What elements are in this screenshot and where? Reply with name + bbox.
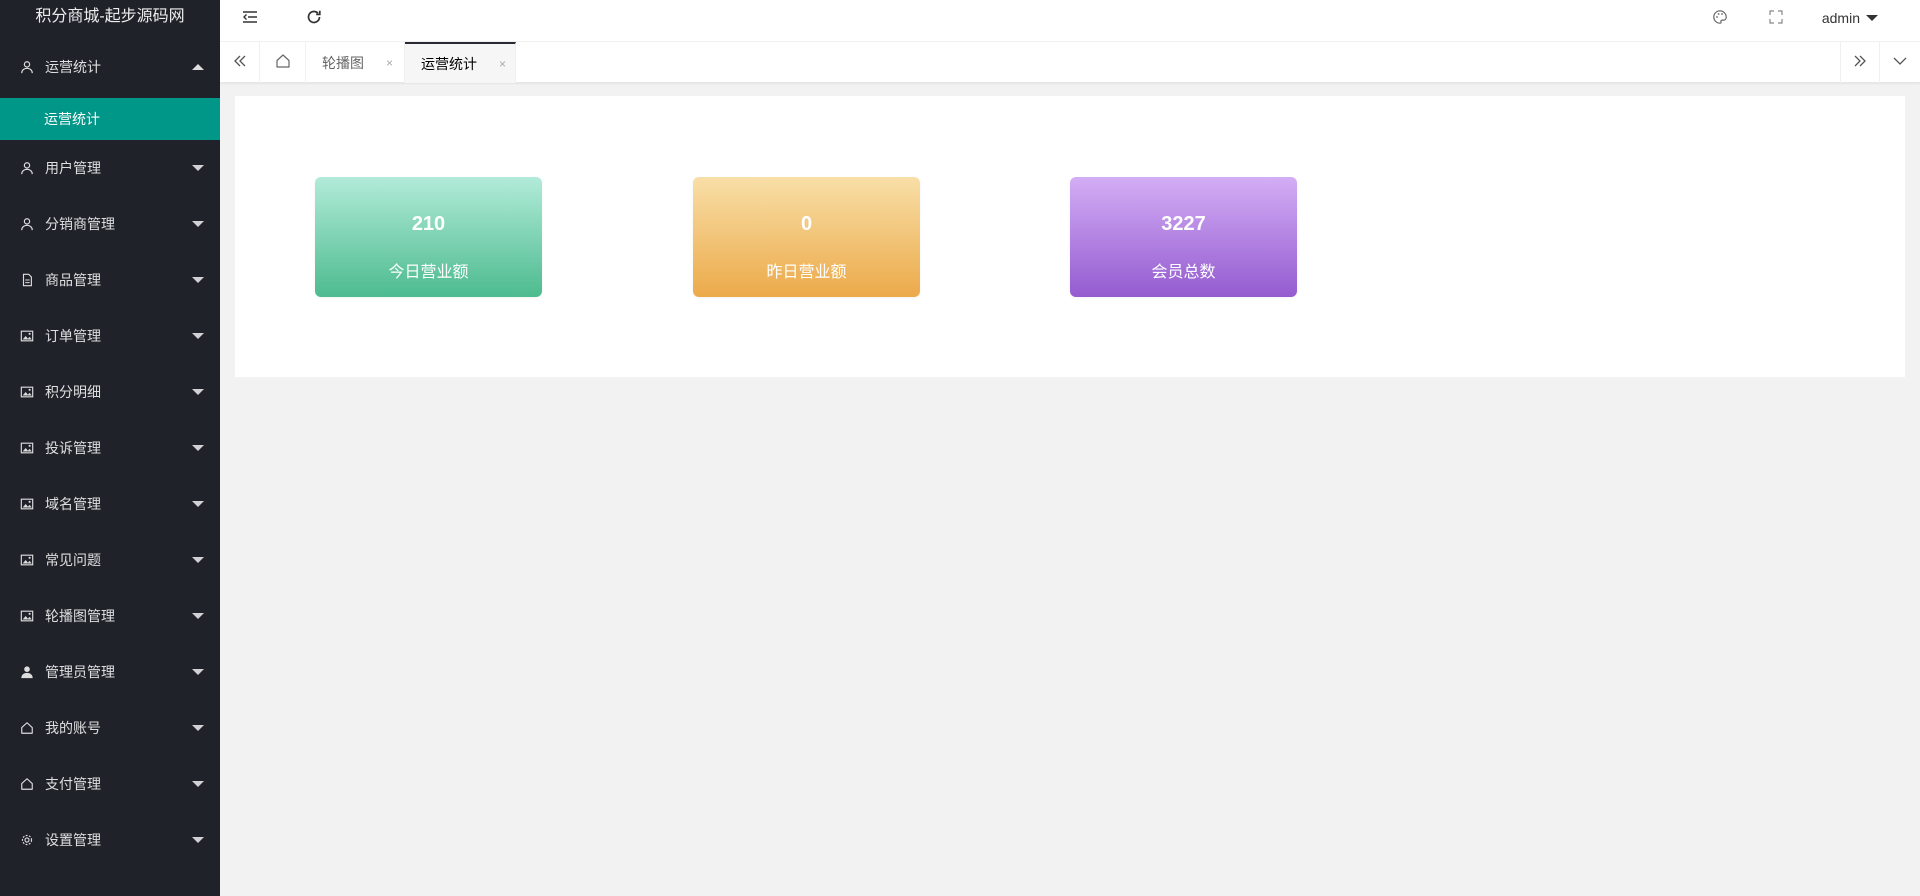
tabs-scroll-left-button[interactable] <box>220 42 260 83</box>
chevron-up-icon <box>192 64 204 70</box>
stat-card-total-members: 3227 会员总数 <box>1070 177 1297 297</box>
sidebar-item-label: 支付管理 <box>45 776 101 792</box>
image-icon <box>20 553 34 567</box>
home-icon <box>20 721 34 735</box>
sidebar-item-label: 积分明细 <box>45 384 101 400</box>
app-logo-title: 积分商城-起步源码网 <box>35 8 185 25</box>
close-icon[interactable]: × <box>386 56 393 70</box>
tab-bar: 轮播图 × 运营统计 × <box>220 42 1920 83</box>
sidebar-item-settings-management[interactable]: 设置管理 <box>0 812 220 868</box>
file-icon <box>20 273 34 287</box>
sidebar-item-label: 管理员管理 <box>45 664 115 680</box>
stat-label: 今日营业额 <box>388 264 469 281</box>
chevron-down-icon <box>192 501 204 507</box>
stat-label: 昨日营业额 <box>766 264 847 281</box>
user-icon <box>20 217 34 231</box>
username: admin <box>1821 10 1860 26</box>
tabs-menu-button[interactable] <box>1880 42 1920 83</box>
refresh-icon <box>306 9 322 28</box>
menu-fold-button[interactable] <box>238 0 262 36</box>
sidebar-item-label: 投诉管理 <box>45 440 101 456</box>
tabs-scroll-right-button[interactable] <box>1840 42 1880 83</box>
chevron-down-icon <box>192 613 204 619</box>
home-icon <box>275 53 291 72</box>
chevron-down-icon <box>192 781 204 787</box>
submenu-operations: 运营统计 <box>0 98 220 140</box>
sidebar-item-label: 运营统计 <box>45 59 101 75</box>
image-icon <box>20 441 34 455</box>
sidebar-subitem-operations-stats[interactable]: 运营统计 <box>0 98 220 140</box>
chevron-down-icon <box>192 445 204 451</box>
sidebar-item-distributor-management[interactable]: 分销商管理 <box>0 196 220 252</box>
user-icon <box>20 161 34 175</box>
sidebar-item-payment-management[interactable]: 支付管理 <box>0 756 220 812</box>
fullscreen-icon <box>1768 9 1784 28</box>
sidebar-item-label: 设置管理 <box>45 832 101 848</box>
stats-panel: 210 今日营业额 0 昨日营业额 3227 会员总数 <box>235 96 1905 377</box>
tab-label: 轮播图 <box>322 54 364 71</box>
sidebar-item-label: 用户管理 <box>45 160 101 176</box>
chevron-down-icon <box>192 333 204 339</box>
sidebar-item-operations-stats[interactable]: 运营统计 <box>0 36 220 98</box>
chevron-down-icon <box>1892 53 1908 72</box>
stat-value: 3227 <box>1161 213 1206 235</box>
gear-icon <box>20 833 34 847</box>
tab-home[interactable] <box>260 42 306 83</box>
stat-card-today-revenue: 210 今日营业额 <box>315 177 542 297</box>
stat-value: 0 <box>800 213 813 235</box>
sidebar-item-order-management[interactable]: 订单管理 <box>0 308 220 364</box>
sidebar-item-domain-management[interactable]: 域名管理 <box>0 476 220 532</box>
double-chevron-left-icon <box>232 53 248 72</box>
stat-value: 210 <box>411 213 446 235</box>
sidebar-item-carousel-management[interactable]: 轮播图管理 <box>0 588 220 644</box>
user-solid-icon <box>20 665 34 679</box>
sidebar: 积分商城-起步源码网 运营统计 运营统计 用户管理 分销商管理 商品管理 订单管… <box>0 0 220 896</box>
fullscreen-button[interactable] <box>1764 0 1788 36</box>
top-header: admin <box>220 0 1920 42</box>
sidebar-item-label: 订单管理 <box>45 328 101 344</box>
sidebar-item-label: 商品管理 <box>45 272 101 288</box>
close-icon[interactable]: × <box>499 57 506 71</box>
chevron-down-icon <box>192 221 204 227</box>
sidebar-item-complaint-management[interactable]: 投诉管理 <box>0 420 220 476</box>
menu-fold-icon <box>242 9 258 28</box>
tab-carousel[interactable]: 轮播图 × <box>306 42 405 83</box>
chevron-down-icon <box>192 389 204 395</box>
sidebar-item-label: 域名管理 <box>45 496 101 512</box>
image-icon <box>20 609 34 623</box>
sidebar-item-product-management[interactable]: 商品管理 <box>0 252 220 308</box>
stat-label: 会员总数 <box>1151 264 1216 281</box>
sidebar-item-user-management[interactable]: 用户管理 <box>0 140 220 196</box>
chevron-down-icon <box>192 725 204 731</box>
sidebar-item-label: 我的账号 <box>45 720 101 736</box>
sidebar-item-admin-management[interactable]: 管理员管理 <box>0 644 220 700</box>
palette-icon <box>1712 9 1728 28</box>
tab-label: 运营统计 <box>421 55 477 72</box>
stat-card-yesterday-revenue: 0 昨日营业额 <box>693 177 920 297</box>
sidebar-item-my-account[interactable]: 我的账号 <box>0 700 220 756</box>
tab-operations-stats[interactable]: 运营统计 × <box>405 42 516 83</box>
theme-button[interactable] <box>1708 0 1732 36</box>
image-icon <box>20 329 34 343</box>
image-icon <box>20 497 34 511</box>
chevron-down-icon <box>192 277 204 283</box>
sidebar-item-faq[interactable]: 常见问题 <box>0 532 220 588</box>
sidebar-item-label: 分销商管理 <box>45 216 115 232</box>
chevron-down-icon <box>192 165 204 171</box>
chevron-down-icon <box>192 669 204 675</box>
image-icon <box>20 385 34 399</box>
refresh-button[interactable] <box>302 0 326 36</box>
user-icon <box>20 60 34 74</box>
sidebar-item-label: 轮播图管理 <box>45 608 115 624</box>
chevron-down-icon <box>192 837 204 843</box>
home-icon <box>20 777 34 791</box>
chevron-down-icon <box>192 557 204 563</box>
sidebar-item-label: 常见问题 <box>45 552 101 568</box>
caret-down-icon <box>1866 15 1878 21</box>
double-chevron-right-icon <box>1852 53 1868 72</box>
user-menu[interactable]: admin <box>1822 0 1878 36</box>
sidebar-item-points-detail[interactable]: 积分明细 <box>0 364 220 420</box>
